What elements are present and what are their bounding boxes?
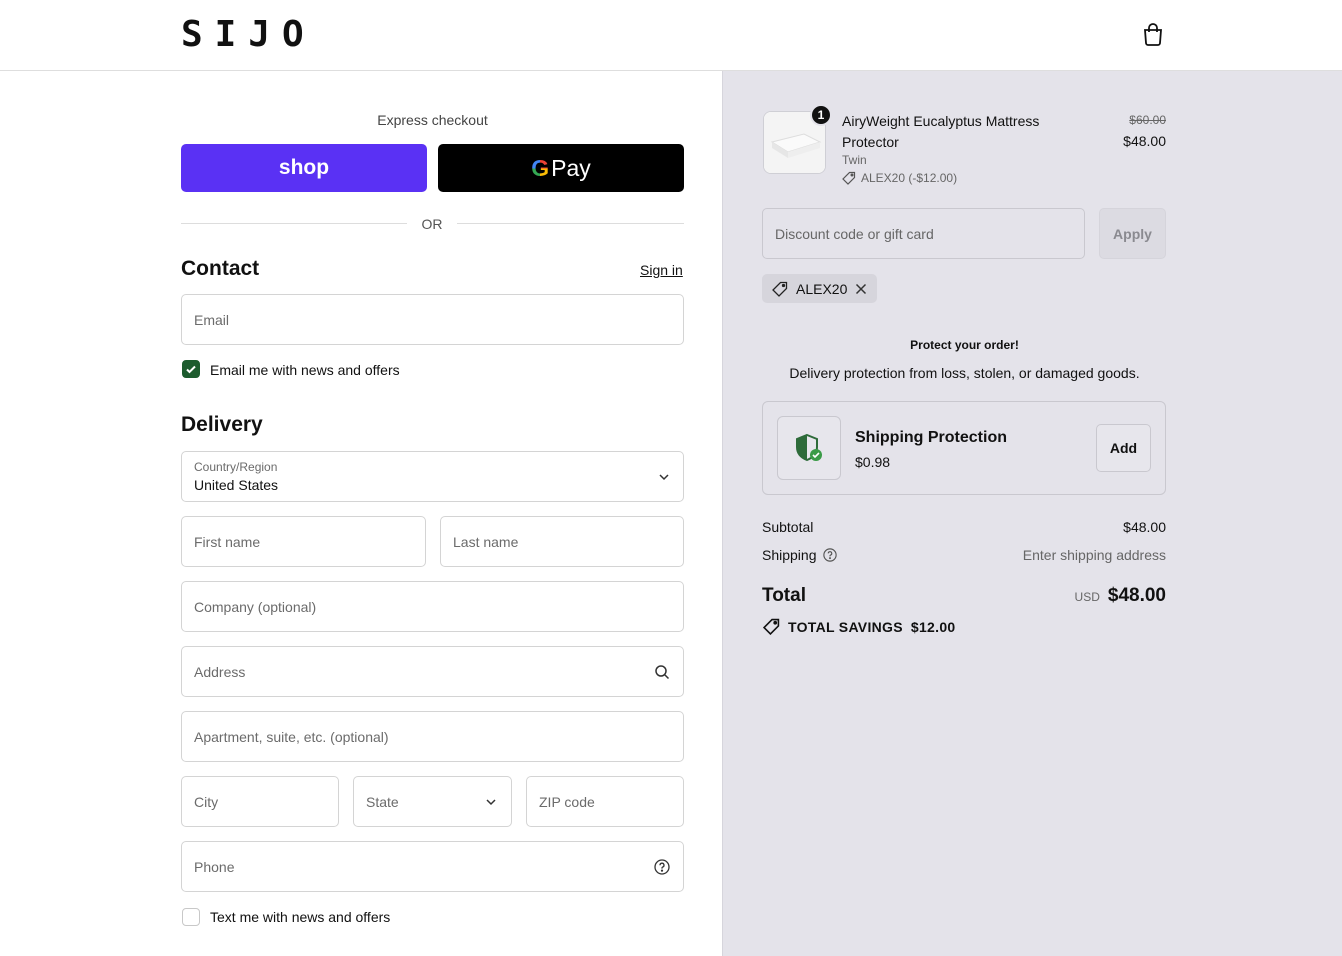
newsletter-checkbox[interactable] bbox=[182, 360, 200, 378]
chevron-down-icon bbox=[659, 474, 669, 481]
chevron-down-icon bbox=[486, 799, 496, 806]
shipping-value: Enter shipping address bbox=[1022, 547, 1166, 563]
total-savings: TOTAL SAVINGS $12.00 bbox=[763, 618, 956, 635]
shopping-bag-icon[interactable] bbox=[1142, 22, 1164, 46]
protection-name: Shipping Protection bbox=[855, 429, 1007, 446]
tag-icon bbox=[763, 618, 780, 635]
google-pay-button[interactable]: G Pay bbox=[438, 144, 684, 192]
total-currency: USD bbox=[1074, 590, 1100, 604]
savings-label: TOTAL SAVINGS bbox=[788, 618, 903, 635]
tag-icon bbox=[772, 281, 788, 297]
delivery-heading: Delivery bbox=[181, 413, 263, 436]
search-icon bbox=[655, 665, 670, 680]
newsletter-label: Email me with news and offers bbox=[210, 362, 400, 378]
add-protection-button[interactable]: Add bbox=[1096, 424, 1151, 472]
email-field[interactable]: Email bbox=[181, 294, 684, 345]
address-field[interactable]: Address bbox=[181, 646, 684, 697]
product-discount: ALEX20 (-$12.00) bbox=[842, 171, 957, 185]
original-price: $60.00 bbox=[1129, 113, 1166, 127]
country-label: Country/Region bbox=[194, 460, 278, 474]
applied-discount-chip: ALEX20 bbox=[762, 274, 878, 303]
last-name-placeholder: Last name bbox=[453, 534, 519, 550]
apply-button[interactable]: Apply bbox=[1099, 208, 1166, 259]
last-name-field[interactable]: Last name bbox=[440, 516, 684, 567]
or-label: OR bbox=[407, 216, 457, 232]
subtotal-label: Subtotal bbox=[762, 519, 814, 535]
applied-code: ALEX20 bbox=[796, 280, 848, 297]
shop-pay-label: shop bbox=[278, 156, 330, 179]
quantity-badge: 1 bbox=[810, 104, 832, 126]
address-placeholder: Address bbox=[194, 664, 246, 680]
zip-placeholder: ZIP code bbox=[539, 794, 595, 810]
total-label: Total bbox=[762, 585, 806, 606]
product-discount-text: ALEX20 (-$12.00) bbox=[861, 171, 958, 185]
tag-icon bbox=[842, 171, 856, 185]
first-name-placeholder: First name bbox=[194, 534, 261, 550]
checkmark-icon bbox=[186, 365, 196, 374]
country-select[interactable]: Country/Region United States bbox=[181, 451, 684, 502]
express-checkout-label: Express checkout bbox=[377, 112, 488, 128]
discount-code-input[interactable]: Discount code or gift card bbox=[762, 208, 1085, 259]
subtotal-value: $48.00 bbox=[1123, 519, 1166, 535]
email-placeholder: Email bbox=[194, 312, 230, 328]
company-field[interactable]: Company (optional) bbox=[181, 581, 684, 632]
help-circle-icon[interactable] bbox=[654, 859, 670, 875]
zip-field[interactable]: ZIP code bbox=[526, 776, 684, 827]
shield-icon bbox=[777, 416, 841, 480]
sign-in-link[interactable]: Sign in bbox=[640, 262, 683, 278]
sale-price: $48.00 bbox=[1123, 133, 1166, 149]
discount-placeholder: Discount code or gift card bbox=[775, 226, 934, 242]
savings-value: $12.00 bbox=[910, 618, 956, 635]
city-placeholder: City bbox=[194, 794, 219, 810]
product-variant: Twin bbox=[842, 153, 867, 167]
city-field[interactable]: City bbox=[181, 776, 339, 827]
shipping-protection-box: Shipping Protection $0.98 Add bbox=[762, 401, 1166, 495]
protect-title: Protect your order! bbox=[910, 338, 1019, 352]
state-select[interactable]: State bbox=[353, 776, 512, 827]
close-icon[interactable] bbox=[855, 283, 867, 295]
order-summary: 1 AiryWeight Eucalyptus Mattress Protect… bbox=[722, 71, 1342, 956]
phone-placeholder: Phone bbox=[194, 859, 235, 875]
protection-price: $0.98 bbox=[855, 454, 891, 470]
apartment-field[interactable]: Apartment, suite, etc. (optional) bbox=[181, 711, 684, 762]
header: SIJO bbox=[0, 0, 1342, 71]
shipping-label: Shipping bbox=[762, 547, 817, 563]
apartment-placeholder: Apartment, suite, etc. (optional) bbox=[194, 729, 389, 745]
sms-label: Text me with news and offers bbox=[210, 909, 391, 925]
shipping-row-label: Shipping bbox=[762, 547, 837, 563]
total-amount: USD $48.00 bbox=[966, 585, 1166, 607]
product-name: AiryWeight Eucalyptus Mattress Protector bbox=[842, 113, 1040, 150]
google-pay-label: Pay bbox=[551, 154, 591, 181]
contact-heading: Contact bbox=[181, 257, 260, 280]
checkout-form: Express checkout shop G Pay OR Contact S… bbox=[0, 71, 722, 956]
phone-field[interactable]: Phone bbox=[181, 841, 684, 892]
total-value: $48.00 bbox=[1107, 585, 1166, 606]
sms-checkbox[interactable] bbox=[182, 908, 200, 926]
first-name-field[interactable]: First name bbox=[181, 516, 426, 567]
shop-pay-button[interactable]: shop bbox=[181, 144, 427, 192]
store-logo[interactable]: SIJO bbox=[181, 14, 316, 55]
country-value: United States bbox=[194, 477, 279, 493]
protect-description: Delivery protection from loss, stolen, o… bbox=[789, 365, 1140, 381]
state-placeholder: State bbox=[366, 794, 399, 810]
company-placeholder: Company (optional) bbox=[194, 599, 317, 615]
help-circle-icon[interactable] bbox=[822, 548, 837, 562]
google-g-icon: G bbox=[531, 154, 550, 181]
